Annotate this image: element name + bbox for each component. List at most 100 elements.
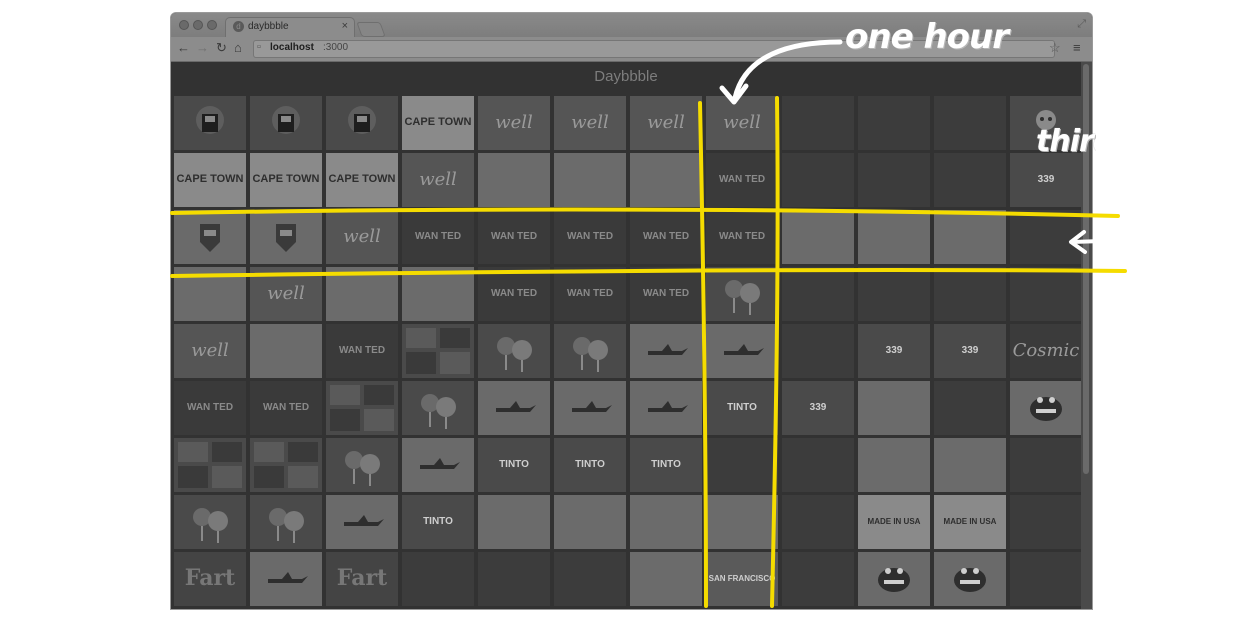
shot-tile[interactable] — [250, 438, 322, 492]
close-window-button[interactable] — [179, 20, 189, 30]
shot-tile[interactable]: WAN TED — [630, 267, 702, 321]
shot-tile[interactable]: well — [326, 210, 398, 264]
shot-tile[interactable]: WAN TED — [402, 210, 474, 264]
shot-tile[interactable]: WAN TED — [250, 381, 322, 435]
shot-tile[interactable]: WAN TED — [706, 153, 778, 207]
shot-tile[interactable] — [1010, 552, 1082, 606]
shot-tile[interactable] — [630, 324, 702, 378]
forward-icon[interactable]: → — [196, 40, 209, 56]
shot-tile[interactable] — [782, 324, 854, 378]
shot-tile[interactable] — [858, 153, 930, 207]
shot-tile[interactable] — [326, 96, 398, 150]
minimize-window-button[interactable] — [193, 20, 203, 30]
shot-tile[interactable] — [782, 210, 854, 264]
new-tab-button[interactable] — [356, 22, 386, 37]
shot-tile[interactable] — [554, 324, 626, 378]
bookmark-star-icon[interactable]: ☆ — [1049, 40, 1061, 56]
shot-tile[interactable]: WAN TED — [174, 381, 246, 435]
shot-tile[interactable]: CAPE TOWN — [402, 96, 474, 150]
shot-tile[interactable]: 339 — [782, 381, 854, 435]
shot-tile[interactable]: TINTO — [706, 381, 778, 435]
shot-tile[interactable] — [174, 96, 246, 150]
shot-tile[interactable]: CAPE TOWN — [250, 153, 322, 207]
shot-tile[interactable] — [858, 267, 930, 321]
shot-tile[interactable]: WAN TED — [554, 267, 626, 321]
shot-tile[interactable] — [706, 438, 778, 492]
shot-tile[interactable]: CAPE TOWN — [326, 153, 398, 207]
shot-tile[interactable]: well — [174, 324, 246, 378]
shot-tile[interactable]: TINTO — [630, 438, 702, 492]
shot-tile[interactable]: TINTO — [402, 495, 474, 549]
shot-tile[interactable] — [402, 438, 474, 492]
shot-tile[interactable] — [478, 495, 550, 549]
home-icon[interactable]: ⌂ — [234, 40, 242, 56]
back-icon[interactable]: ← — [177, 40, 190, 56]
shot-tile[interactable] — [326, 267, 398, 321]
shot-tile[interactable]: TINTO — [478, 438, 550, 492]
shot-tile[interactable] — [554, 153, 626, 207]
shot-tile[interactable] — [554, 381, 626, 435]
shot-tile[interactable]: well — [554, 96, 626, 150]
shot-tile[interactable]: well — [706, 96, 778, 150]
shot-tile[interactable] — [934, 438, 1006, 492]
shot-tile[interactable] — [782, 438, 854, 492]
shot-tile[interactable]: well — [630, 96, 702, 150]
shot-tile[interactable]: 339 — [1010, 153, 1082, 207]
tab-close-icon[interactable]: × — [342, 20, 348, 32]
shot-tile[interactable]: Cosmic — [1010, 324, 1082, 378]
shot-tile[interactable]: WAN TED — [478, 210, 550, 264]
shot-tile[interactable] — [250, 210, 322, 264]
shot-tile[interactable] — [934, 552, 1006, 606]
fullscreen-icon[interactable]: ⤢ — [1077, 18, 1086, 31]
shot-tile[interactable] — [934, 210, 1006, 264]
shot-tile[interactable] — [630, 153, 702, 207]
shot-tile[interactable]: 339 — [858, 324, 930, 378]
shot-tile[interactable]: MADE IN USA — [858, 495, 930, 549]
shot-tile[interactable]: WAN TED — [478, 267, 550, 321]
shot-tile[interactable] — [782, 552, 854, 606]
shot-tile[interactable]: Fart — [326, 552, 398, 606]
shot-tile[interactable]: MADE IN USA — [934, 495, 1006, 549]
shot-tile[interactable] — [782, 153, 854, 207]
shot-tile[interactable] — [174, 438, 246, 492]
shot-tile[interactable] — [706, 495, 778, 549]
shot-tile[interactable]: Fart — [174, 552, 246, 606]
shot-tile[interactable] — [402, 324, 474, 378]
shot-tile[interactable] — [174, 495, 246, 549]
shot-tile[interactable]: WAN TED — [630, 210, 702, 264]
shot-tile[interactable] — [250, 324, 322, 378]
shot-tile[interactable] — [326, 381, 398, 435]
shot-tile[interactable] — [706, 324, 778, 378]
shot-tile[interactable] — [630, 495, 702, 549]
shot-tile[interactable] — [1010, 381, 1082, 435]
shot-tile[interactable] — [934, 381, 1006, 435]
shot-tile[interactable] — [934, 96, 1006, 150]
shot-tile[interactable] — [326, 495, 398, 549]
shot-tile[interactable] — [934, 153, 1006, 207]
shot-tile[interactable] — [858, 96, 930, 150]
shot-tile[interactable]: WAN TED — [706, 210, 778, 264]
shot-tile[interactable] — [478, 153, 550, 207]
shot-tile[interactable]: TINTO — [554, 438, 626, 492]
shot-tile[interactable] — [478, 381, 550, 435]
shot-tile[interactable] — [402, 381, 474, 435]
shot-tile[interactable]: 339 — [934, 324, 1006, 378]
shot-tile[interactable] — [250, 552, 322, 606]
shot-tile[interactable] — [174, 210, 246, 264]
shot-tile[interactable] — [478, 552, 550, 606]
shot-tile[interactable] — [1010, 438, 1082, 492]
shot-tile[interactable] — [782, 267, 854, 321]
shot-tile[interactable] — [630, 381, 702, 435]
shot-tile[interactable] — [858, 552, 930, 606]
shot-tile[interactable] — [858, 438, 930, 492]
shot-tile[interactable]: WAN TED — [554, 210, 626, 264]
shot-tile[interactable] — [630, 552, 702, 606]
shot-tile[interactable] — [858, 210, 930, 264]
shot-tile[interactable]: well — [478, 96, 550, 150]
shot-tile[interactable] — [1010, 267, 1082, 321]
shot-tile[interactable]: well — [402, 153, 474, 207]
shot-tile[interactable] — [782, 495, 854, 549]
reload-icon[interactable]: ↻ — [216, 40, 227, 56]
shot-tile[interactable] — [326, 438, 398, 492]
shot-tile[interactable] — [174, 267, 246, 321]
